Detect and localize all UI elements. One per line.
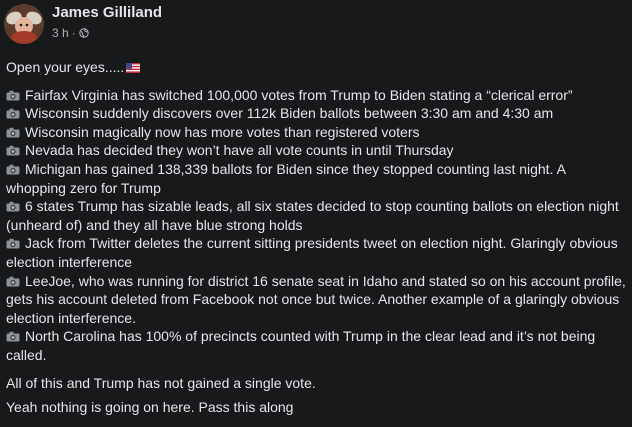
us-flag-icon xyxy=(126,63,141,73)
list-item: 6 states Trump has sizable leads, all si… xyxy=(6,197,626,234)
list-item-text: Michigan has gained 138,339 ballots for … xyxy=(6,160,566,196)
list-item-text: Nevada has decided they won’t have all v… xyxy=(25,142,454,159)
camera-icon xyxy=(6,164,20,175)
list-item-text: North Carolina has 100% of precincts cou… xyxy=(6,328,596,363)
list-item: Nevada has decided they won’t have all v… xyxy=(6,141,626,160)
list-item: LeeJoe, who was running for district 16 … xyxy=(6,272,626,328)
list-item: Wisconsin magically now has more votes t… xyxy=(6,123,626,142)
post-body: Open your eyes..... Fairfax Virginia has… xyxy=(6,58,626,417)
camera-icon xyxy=(6,239,20,249)
list-item: Wisconsin suddenly discovers over 112k B… xyxy=(6,104,626,123)
author-name[interactable]: James Gilliland xyxy=(52,4,162,21)
list-item-text: LeeJoe, who was running for district 16 … xyxy=(6,272,626,326)
globe-icon[interactable] xyxy=(78,28,89,38)
post-meta: 3 h · xyxy=(52,26,89,40)
list-item-text: Jack from Twitter deletes the current si… xyxy=(6,235,618,270)
list-item: Jack from Twitter deletes the current si… xyxy=(6,234,626,271)
camera-icon xyxy=(6,108,20,119)
camera-icon xyxy=(6,276,20,287)
avatar-image xyxy=(4,4,44,44)
list-item: Michigan has gained 138,339 ballots for … xyxy=(6,160,626,197)
closing-line-1: All of this and Trump has not gained a s… xyxy=(6,374,316,391)
post-header: James Gilliland 3 h · xyxy=(0,0,632,52)
avatar[interactable] xyxy=(4,4,44,44)
closing-line-2: Yeah nothing is going on here. Pass this… xyxy=(6,399,294,416)
camera-icon xyxy=(6,90,20,101)
camera-icon xyxy=(6,332,20,342)
list-item-text: 6 states Trump has sizable leads, all si… xyxy=(6,198,619,233)
camera-icon xyxy=(6,127,20,138)
list-item-text: Fairfax Virginia has switched 100,000 vo… xyxy=(25,86,573,103)
post-intro: Open your eyes..... xyxy=(6,58,626,77)
intro-text: Open your eyes..... xyxy=(6,59,125,75)
list-item: Fairfax Virginia has switched 100,000 vo… xyxy=(6,86,626,105)
list-item-text: Wisconsin suddenly discovers over 112k B… xyxy=(25,105,554,122)
camera-icon xyxy=(6,146,20,156)
list-item-text: Wisconsin magically now has more votes t… xyxy=(25,123,420,140)
post-time[interactable]: 3 h xyxy=(52,26,69,40)
meta-separator: · xyxy=(71,26,76,40)
camera-icon xyxy=(6,201,20,212)
post-items: Fairfax Virginia has switched 100,000 vo… xyxy=(6,86,626,365)
list-item: North Carolina has 100% of precincts cou… xyxy=(6,327,626,364)
